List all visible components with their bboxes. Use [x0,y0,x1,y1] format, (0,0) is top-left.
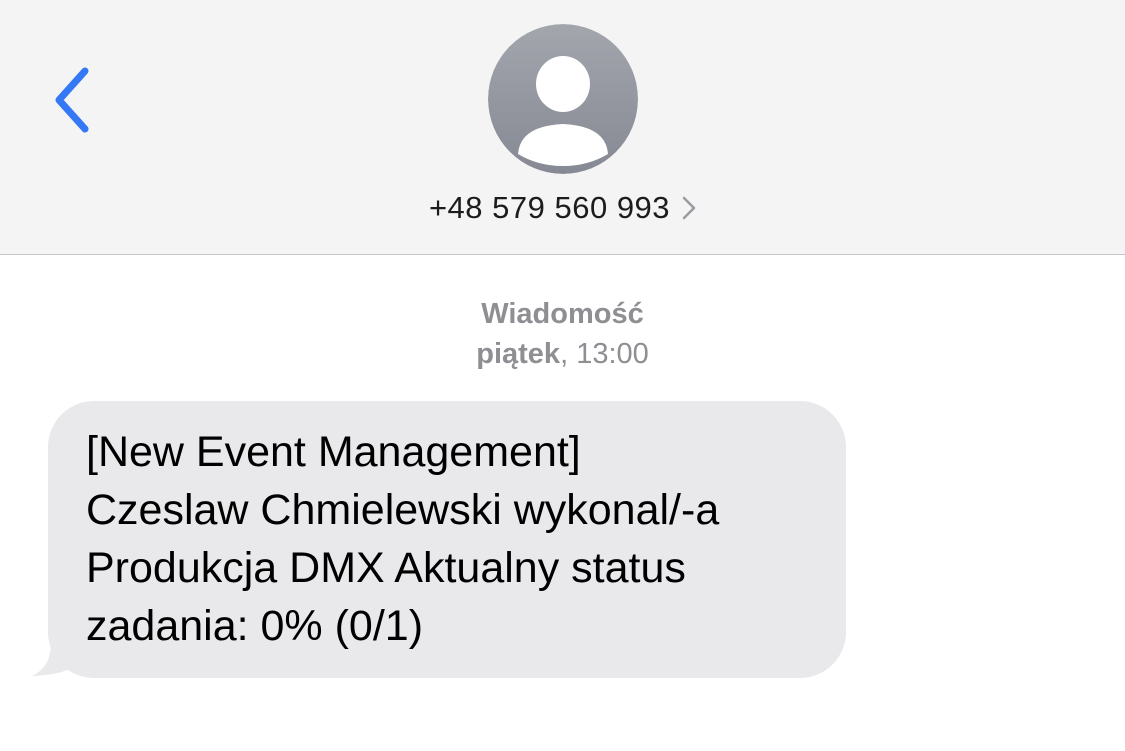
timestamp-line: piątek, 13:00 [0,334,1125,374]
back-button[interactable] [36,58,106,142]
timestamp-time: 13:00 [576,338,649,370]
incoming-message-bubble[interactable]: [New Event Management] Czeslaw Chmielews… [48,401,846,678]
messages-screen: +48 579 560 993 Wiadomość piątek, 13:00 … [0,0,1125,751]
message-text: [New Event Management] Czeslaw Chmielews… [86,428,720,650]
chevron-right-icon [682,196,696,220]
chevron-left-icon [55,67,89,133]
contact-avatar[interactable] [488,24,638,174]
person-silhouette-icon [488,24,638,174]
contact-phone-number: +48 579 560 993 [428,190,671,225]
conversation-header: +48 579 560 993 [0,0,1125,255]
message-timestamp: Wiadomość piątek, 13:00 [0,294,1125,374]
contact-info-button[interactable]: +48 579 560 993 [0,186,1125,230]
service-label: Wiadomość [481,298,644,330]
timestamp-day: piątek [476,338,561,370]
timestamp-separator: , [560,338,577,370]
